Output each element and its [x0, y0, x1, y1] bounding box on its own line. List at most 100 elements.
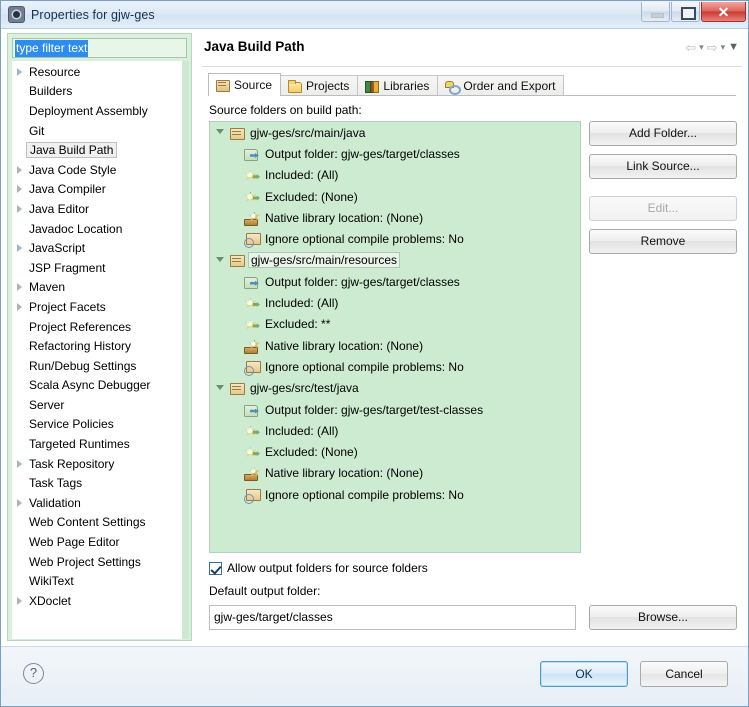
tab-source[interactable]: Source	[208, 73, 282, 96]
maximize-button[interactable]	[671, 2, 700, 22]
dialog-body: type filter text Resource Builders Deploym…	[1, 29, 748, 646]
allow-output-folders-row[interactable]: Allow output folders for source folders	[209, 561, 428, 575]
chevron-right-icon[interactable]	[17, 459, 22, 468]
excluded-filter-icon	[244, 445, 260, 459]
sidebar-item-web-page-editor[interactable]: Web Page Editor	[13, 532, 181, 552]
sidebar-item-builders[interactable]: Builders	[13, 82, 181, 102]
sidebar-item-web-project-settings[interactable]: Web Project Settings	[13, 552, 181, 572]
sidebar-item-web-content-settings[interactable]: Web Content Settings	[13, 513, 181, 533]
back-arrow-icon[interactable]: ⇦	[685, 41, 696, 54]
source-folder-detail-row[interactable]: Excluded: (None)	[210, 186, 580, 207]
tab-label: Libraries	[383, 79, 430, 93]
page-navigation: ⇦ ▾ ⇨ ▾ ▼	[685, 41, 739, 54]
settings-tree[interactable]: Resource Builders Deployment Assembly Git Ja…	[12, 61, 182, 639]
source-folder-path: gjw-ges/src/main/java	[250, 125, 366, 140]
sidebar-item-refactoring-history[interactable]: Refactoring History	[13, 336, 181, 356]
source-folder-detail-row[interactable]: Native library location: (None)	[210, 463, 580, 484]
sidebar-item-java-code-style[interactable]: Java Code Style	[13, 160, 181, 180]
sidebar-item-wikitext[interactable]: WikiText	[13, 571, 181, 591]
sidebar-item-scala-async-debugger[interactable]: Scala Async Debugger	[13, 376, 181, 396]
source-folder-detail-text: Output folder: gjw-ges/target/classes	[265, 146, 460, 161]
sidebar-item-validation[interactable]: Validation	[13, 493, 181, 513]
chevron-right-icon[interactable]	[17, 185, 22, 194]
cancel-button[interactable]: Cancel	[640, 661, 728, 687]
tab-libraries[interactable]: Libraries	[357, 75, 439, 96]
sidebar-item-project-references[interactable]: Project References	[13, 317, 181, 337]
source-folder-row[interactable]: gjw-ges/src/main/resources	[210, 250, 580, 271]
remove-button[interactable]: Remove	[589, 229, 737, 254]
ok-button[interactable]: OK	[540, 661, 628, 687]
sidebar-item-git[interactable]: Git	[13, 121, 181, 141]
sidebar-item-maven[interactable]: Maven	[13, 278, 181, 298]
sidebar-item-javascript[interactable]: JavaScript	[13, 238, 181, 258]
sidebar-item-service-policies[interactable]: Service Policies	[13, 415, 181, 435]
window-title: Properties for gjw-ges	[31, 7, 155, 22]
allow-output-folders-checkbox[interactable]	[209, 561, 222, 575]
source-folder-detail-row[interactable]: Excluded: **	[210, 314, 580, 335]
source-folder-icon	[215, 78, 230, 92]
chevron-down-icon[interactable]	[216, 256, 224, 262]
sidebar-item-server[interactable]: Server	[13, 395, 181, 415]
source-folder-icon	[229, 253, 245, 268]
default-output-input[interactable]: gjw-ges/target/classes	[209, 605, 576, 630]
source-folders-tree[interactable]: gjw-ges/src/main/java Output folder: gjw-…	[209, 121, 581, 553]
sidebar-item-deployment-assembly[interactable]: Deployment Assembly	[13, 101, 181, 121]
back-dropdown-icon[interactable]: ▾	[699, 42, 704, 53]
source-folder-detail-row[interactable]: Output folder: gjw-ges/target/classes	[210, 271, 580, 292]
filter-input[interactable]: type filter text	[12, 38, 187, 58]
chevron-right-icon[interactable]	[17, 283, 22, 292]
sidebar-item-resource[interactable]: Resource	[13, 62, 181, 82]
add-folder-button[interactable]: Add Folder...	[589, 121, 737, 146]
chevron-down-icon[interactable]	[216, 384, 224, 390]
chevron-right-icon[interactable]	[17, 596, 22, 605]
source-folder-detail-text: Native library location: (None)	[265, 338, 424, 353]
link-source-button[interactable]: Link Source...	[589, 154, 737, 179]
chevron-right-icon[interactable]	[17, 498, 22, 507]
source-folder-detail-row[interactable]: Output folder: gjw-ges/target/test-class…	[210, 399, 580, 420]
sidebar-item-java-build-path[interactable]: Java Build Path	[13, 140, 181, 160]
source-folder-row[interactable]: gjw-ges/src/test/java	[210, 378, 580, 399]
sidebar-item-task-repository[interactable]: Task Repository	[13, 454, 181, 474]
source-folder-icon	[229, 126, 245, 140]
source-folder-detail-row[interactable]: Ignore optional compile problems: No	[210, 484, 580, 505]
browse-button[interactable]: Browse...	[589, 605, 737, 630]
page-menu-icon[interactable]: ▼	[728, 41, 739, 54]
close-button[interactable]: ✕	[701, 2, 746, 22]
chevron-right-icon[interactable]	[17, 165, 22, 174]
tab-projects[interactable]: Projects	[280, 75, 359, 96]
sidebar-item-xdoclet[interactable]: XDoclet	[13, 591, 181, 611]
source-folder-detail-row[interactable]: Included: (All)	[210, 165, 580, 186]
source-folder-detail-row[interactable]: Native library location: (None)	[210, 207, 580, 228]
excluded-filter-icon	[244, 317, 260, 331]
sidebar-item-task-tags[interactable]: Task Tags	[13, 473, 181, 493]
sidebar-item-run-debug-settings[interactable]: Run/Debug Settings	[13, 356, 181, 376]
sidebar-item-java-compiler[interactable]: Java Compiler	[13, 180, 181, 200]
forward-arrow-icon[interactable]: ⇨	[707, 41, 718, 54]
source-folder-detail-row[interactable]: Output folder: gjw-ges/target/classes	[210, 143, 580, 164]
help-icon[interactable]: ?	[23, 663, 44, 684]
source-folder-detail-row[interactable]: Ignore optional compile problems: No	[210, 228, 580, 249]
source-folder-detail-row[interactable]: Included: (All)	[210, 292, 580, 313]
chevron-right-icon[interactable]	[17, 204, 22, 213]
sidebar-item-java-editor[interactable]: Java Editor	[13, 199, 181, 219]
source-folder-detail-row[interactable]: Included: (All)	[210, 420, 580, 441]
source-folder-detail-row[interactable]: Excluded: (None)	[210, 441, 580, 462]
edit-button: Edit...	[589, 196, 737, 221]
tab-order-and-export[interactable]: Order and Export	[437, 75, 565, 96]
source-folder-detail-row[interactable]: Ignore optional compile problems: No	[210, 356, 580, 377]
sidebar-item-jsp-fragment[interactable]: JSP Fragment	[13, 258, 181, 278]
sidebar-item-label: Deployment Assembly	[29, 103, 148, 118]
forward-dropdown-icon[interactable]: ▾	[721, 42, 726, 53]
minimize-button[interactable]	[641, 2, 670, 22]
source-folder-row[interactable]: gjw-ges/src/main/java	[210, 122, 580, 143]
sidebar-item-project-facets[interactable]: Project Facets	[13, 297, 181, 317]
sidebar-item-targeted-runtimes[interactable]: Targeted Runtimes	[13, 434, 181, 454]
chevron-right-icon[interactable]	[17, 244, 22, 253]
sidebar-item-javadoc-location[interactable]: Javadoc Location	[13, 219, 181, 239]
default-output-label: Default output folder:	[209, 584, 321, 598]
chevron-down-icon[interactable]	[216, 129, 224, 134]
sidebar-scrollbar[interactable]	[182, 61, 189, 639]
chevron-right-icon[interactable]	[17, 302, 22, 311]
chevron-right-icon[interactable]	[17, 67, 22, 76]
source-folder-detail-row[interactable]: Native library location: (None)	[210, 335, 580, 356]
